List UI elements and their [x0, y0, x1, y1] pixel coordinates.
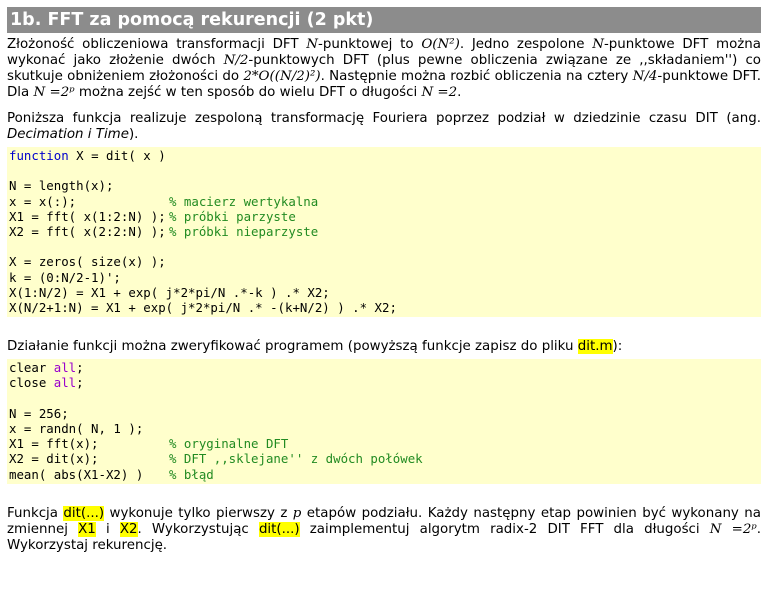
code-line: k = (0:N/2-1)';	[9, 269, 121, 285]
variable-highlight: X2	[119, 521, 138, 537]
code-line: X2 = fft( x(2:2:N) );% próbki nieparzyst…	[9, 224, 319, 239]
keyword: all	[53, 360, 77, 376]
code-line: N = length(x);	[9, 178, 114, 194]
code-comment: % próbki parzyste	[169, 208, 296, 224]
code-comment: % macierz wertykalna	[169, 193, 319, 209]
variable-highlight: X1	[78, 521, 96, 537]
code-line: x = x(:);% macierz wertykalna	[9, 193, 319, 209]
code-line: mean( abs(X1-X2) )% błąd	[9, 466, 214, 482]
emphasis: Decimation i Time	[7, 127, 129, 142]
code-line: clear all;	[9, 360, 84, 376]
description-paragraph: Poniższa funkcja realizuje zespoloną tra…	[7, 111, 761, 142]
code-line: X(N/2+1:N) = X1 + exp( j*2*pi/N .* -(k+N…	[9, 300, 397, 315]
code-block-dit-function: function X = dit( x ) N = length(x); x = x…	[7, 147, 761, 318]
intro-paragraph: Złożoność obliczeniowa transformacji DFT…	[7, 37, 762, 100]
code-line: X1 = fft( x(1:2:N) );% próbki parzyste	[9, 208, 296, 224]
code-line: X1 = fft(x);% oryginalne DFT	[9, 436, 289, 452]
code-comment: % DFT ,,sklejane'' z dwóch połówek	[169, 451, 423, 467]
code-comment: % oryginalne DFT	[169, 436, 289, 452]
code-line: close all;	[9, 375, 84, 391]
code-line: N = 256;	[9, 405, 69, 421]
code-line: X = zeros( size(x) );	[9, 254, 166, 270]
function-highlight: dit(...)	[63, 505, 105, 521]
function-highlight: dit(...)	[258, 521, 300, 537]
code-line: X2 = dit(x);% DFT ,,sklejane'' z dwóch p…	[9, 451, 423, 467]
verify-paragraph: Działanie funkcji można zweryfikować pro…	[7, 339, 623, 355]
code-block-verification: clear all; close all; N = 256; x = randn( N…	[7, 359, 761, 484]
task-paragraph: Funkcja dit(...) wykonuje tylko pierwszy…	[7, 505, 761, 553]
code-line: function X = dit( x )	[9, 148, 166, 163]
file-name-highlight: dit.m	[577, 339, 613, 355]
code-comment: % próbki nieparzyste	[169, 224, 319, 239]
code-line: X(1:N/2) = X1 + exp( j*2*pi/N .*-k ) .* …	[9, 284, 330, 300]
page: 1b. FFT za pomocą rekurencji (2 pkt) Zło…	[0, 7, 765, 595]
keyword: all	[53, 375, 77, 391]
code-comment: % błąd	[169, 466, 214, 482]
code-line: x = randn( N, 1 );	[9, 421, 144, 436]
section-title: 1b. FFT za pomocą rekurencji (2 pkt)	[7, 7, 761, 33]
keyword: function	[9, 148, 69, 163]
